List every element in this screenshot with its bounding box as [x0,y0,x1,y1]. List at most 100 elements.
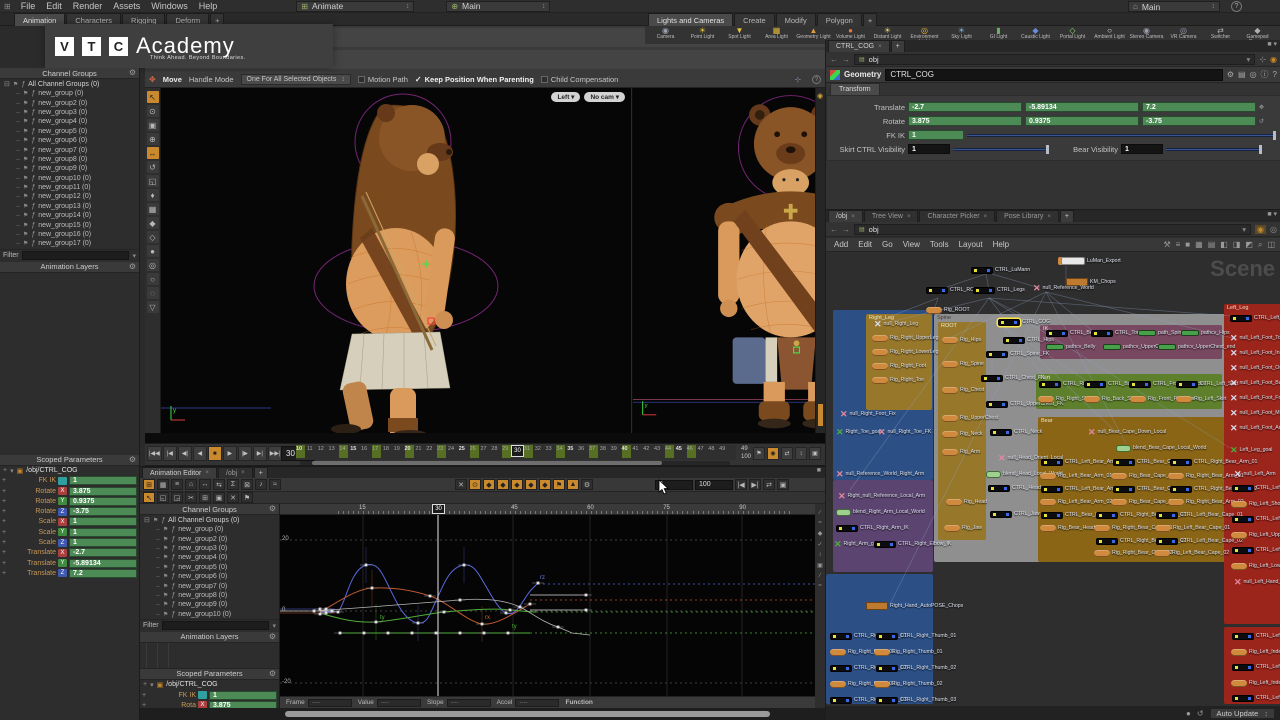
viewport-pane-left[interactable]: y Left ▾ No cam ▾ [161,88,632,433]
param-value-field[interactable]: 0.9375 [69,497,137,506]
handle-mode-combo[interactable]: One For All Selected Objects ↕ [241,74,351,85]
snap-tool[interactable]: ◆ [147,217,159,229]
node-blend_Right_Arm_Local_World[interactable]: blend_Right_Arm_Local_World [836,508,925,516]
help-icon[interactable]: ? [812,75,821,84]
flag-icon[interactable]: ⚑ [163,545,168,552]
graph-tool-icon[interactable]: ↕ [819,552,822,558]
value-field[interactable]: ---- [377,699,421,707]
pin-icon[interactable]: + [2,549,10,556]
move-tool[interactable]: ↔ [147,147,159,159]
shelf-tab-modify[interactable]: Modify [776,13,816,26]
translate-z-field[interactable]: 7.2 [1142,102,1256,112]
node-Right_null_Reference_Local_Arm[interactable]: ✕Right_null_Reference_Local_Arm [838,492,925,500]
skirt-visibility-field[interactable]: 1 [908,144,950,154]
node-Rig_Bear_Cape_02[interactable]: Rig_Bear_Cape_02 [1111,498,1175,506]
ae-channel-group-item[interactable]: –⚑ƒnew_group6 (0) [140,572,279,581]
shelf-tool-switcher[interactable]: ⇄Switcher [1202,27,1239,40]
ae-channel-group-item[interactable]: –⚑ƒnew_group7 (0) [140,581,279,590]
graph-tool-icon[interactable]: ∕ [819,573,820,579]
help-button[interactable]: ? [1231,1,1242,12]
flag-icon[interactable]: ⚑ [163,611,168,618]
shelf-tool-camera[interactable]: ◉Camera [647,27,684,40]
scoped-param-row[interactable]: +RotateZ-3.75 [0,507,139,517]
chevron-down-icon[interactable]: ▾ [272,622,276,630]
flag-icon[interactable]: ⚑ [23,128,28,135]
bear-visibility-field[interactable]: 1 [1121,144,1163,154]
handle-mode-label[interactable]: Handle Mode [189,75,234,84]
node-name-field[interactable]: CTRL_COG [885,69,1222,81]
pin-icon[interactable]: ◎ [1270,225,1277,234]
node-Rig_Right_LowerLeg[interactable]: Rig_Right_LowerLeg [872,348,938,356]
keep-position-checkbox[interactable]: ✓ Keep Position When Parenting [415,75,534,84]
node-null_Left_Foot_In[interactable]: ✕null_Left_Foot_In [1230,349,1280,357]
light-tool[interactable]: ○ [147,273,159,285]
flag-icon[interactable]: ⚑ [23,147,28,154]
network-icon-6[interactable]: ◨ [1233,240,1241,250]
playhead[interactable]: 30 [511,445,524,457]
ae-channel-group-item[interactable]: –⚑ƒnew_group2 (0) [140,534,279,543]
ae-tool-1[interactable]: ▦ [157,479,169,490]
node-CTRL_Left_Bear_Cape_01[interactable]: CTRL_Left_Bear_Cape_01 [1156,511,1243,519]
checkbox-icon[interactable] [541,76,548,83]
accel-field[interactable]: ---- [515,699,559,707]
node-null_Right_Leg[interactable]: ✕null_Right_Leg [874,320,918,328]
select-tool[interactable]: ↖ [147,91,159,103]
ae-edit-tool-0[interactable]: ↖ [143,492,155,503]
collapse-icon[interactable]: ⊟ [144,516,150,524]
render-tool[interactable]: ◌ [147,287,159,299]
node-null_Left_Foot_Back[interactable]: ✕null_Left_Foot_Back [1230,379,1280,387]
ae-tab-animation-editor[interactable]: Animation Editor× [142,467,217,478]
frame-field[interactable]: ---- [308,699,352,707]
ae-key-tool-0[interactable]: ✕ [455,479,467,490]
flag-icon[interactable]: ⚑ [163,601,168,608]
node-Rig_Arm[interactable]: Rig_Arm [942,448,980,456]
node-CTRL_Left_Index_02[interactable]: CTRL_Left_Index_02 [1232,663,1280,671]
stepper-icon[interactable]: ↕ [406,3,410,10]
network-icon-5[interactable]: ◧ [1220,240,1228,250]
node-null_Left_Foot_Out[interactable]: ✕null_Left_Foot_Out [1230,364,1280,372]
node-Rig_Neck[interactable]: Rig_Neck [942,430,983,438]
ae-edit-tool-1[interactable]: ◱ [157,492,169,503]
network-tab-tree-view[interactable]: Tree View× [864,210,919,222]
auto-key-icon[interactable]: ◉ [767,447,779,460]
channel-group-item[interactable]: –⚑ƒnew_group12 (0) [0,192,139,201]
info-icon[interactable]: ⓘ [1261,69,1269,80]
network-menu-add[interactable]: Add [834,240,848,249]
flag-icon[interactable]: ⚑ [23,175,28,182]
network-icon-8[interactable]: ⌕ [1258,240,1262,250]
node-Rig_Bear_Cape_01[interactable]: Rig_Bear_Cape_01 [1111,472,1175,480]
graph-tool-icon[interactable]: ∕ [819,510,820,516]
scoped-param-row[interactable]: +TranslateZ7.2 [0,568,139,578]
pin-icon[interactable]: + [142,692,150,699]
node-Rig_Left_Bear_Cape_01[interactable]: Rig_Left_Bear_Cape_01 [1155,524,1230,532]
shelf-tool-ambient-light[interactable]: ○Ambient Light [1091,27,1128,40]
scoped-param-row[interactable]: +FK IK1 [0,476,139,486]
node-Rig_Right_Foot[interactable]: Rig_Right_Foot [872,362,926,370]
link-icon[interactable]: ◉ [1270,55,1277,64]
node-CTRL_Neck[interactable]: CTRL_Neck [990,428,1042,436]
network-menu-edit[interactable]: Edit [858,240,872,249]
flag-icon[interactable]: ⚑ [23,184,28,191]
scale-tool[interactable]: ◱ [147,175,159,187]
ae-tool-7[interactable]: ⊠ [241,479,253,490]
ae-channel-group-item[interactable]: –⚑ƒnew_group3 (0) [140,544,279,553]
transport-go-start[interactable]: |◀◀ [147,446,162,461]
flag-icon[interactable]: ⚑ [23,222,28,229]
pin-icon[interactable]: + [2,570,10,577]
node-null_Left_Foot_Ankle[interactable]: ✕null_Left_Foot_Ankle [1230,424,1280,432]
shelf-tool-point-light[interactable]: ☀Point Light [684,27,721,40]
scroll-handle[interactable] [818,404,823,426]
node-Right_Hand_AutoPOSE_Chops[interactable]: Right_Hand_AutoPOSE_Chops [866,602,963,610]
back-icon[interactable]: ← [830,55,838,64]
ae-tool-8[interactable]: ♪ [255,479,267,490]
node-null_Right_Foot_Fix[interactable]: ✕null_Right_Foot_Fix [840,410,896,418]
menu-file[interactable]: File [21,1,36,11]
pin-icon[interactable]: + [2,498,10,505]
close-icon[interactable]: × [851,214,855,220]
channel-group-item[interactable]: –⚑ƒnew_group3 (0) [0,108,139,117]
network-icon-0[interactable]: ⚒ [1163,240,1170,250]
ae-tool-4[interactable]: ↔ [199,479,211,490]
child-compensation-checkbox[interactable]: Child Compensation [541,75,619,84]
hand-tool[interactable]: ⊙ [147,105,159,117]
network-tab-pose-library[interactable]: Pose Library× [996,210,1059,222]
